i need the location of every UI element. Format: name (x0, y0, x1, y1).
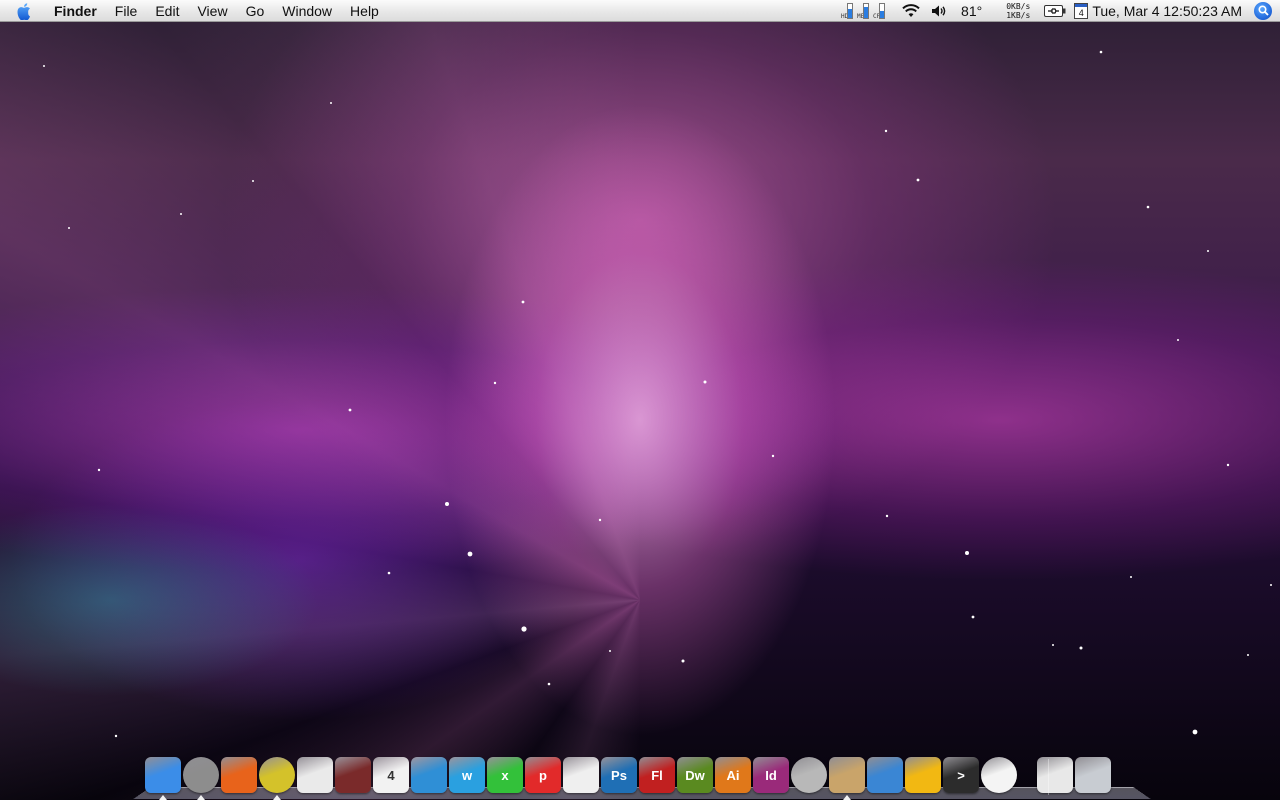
dock-separator (1048, 759, 1049, 795)
calendar-status-icon[interactable]: 4 (1074, 0, 1089, 22)
hd-meter-label: HD (841, 12, 849, 20)
menu-clock[interactable]: Tue, Mar 4 12:50:23 AM (1092, 0, 1242, 22)
excel-icon[interactable]: x (487, 757, 523, 793)
net-down-rate: 0KB/s (1006, 1, 1031, 11)
menu-view[interactable]: View (188, 0, 236, 22)
illustrator-label: Ai (726, 767, 740, 783)
dock: 4 w x p Ps Fl Dw Ai Id > (133, 751, 1151, 800)
menu-window[interactable]: Window (273, 0, 341, 22)
dreamweaver-label: Dw (685, 767, 705, 783)
mem-meter: MEM (857, 2, 870, 19)
documents-stack-icon[interactable] (1037, 757, 1073, 793)
mem-meter-bar (863, 2, 870, 19)
menu-edit[interactable]: Edit (146, 0, 188, 22)
app-menu-finder[interactable]: Finder (52, 0, 106, 22)
photoshop-icon[interactable]: Ps (601, 757, 637, 793)
cpu-meter-label: CPU (873, 13, 884, 19)
wifi-icon[interactable] (901, 0, 921, 22)
firefox-icon[interactable] (221, 757, 257, 793)
volume-icon[interactable] (931, 0, 947, 22)
terminal-icon[interactable]: > (943, 757, 979, 793)
cpu-meter: CPU (873, 2, 886, 19)
indesign-icon[interactable]: Id (753, 757, 789, 793)
spotlight-search-icon[interactable] (1254, 1, 1272, 20)
word-label: w (461, 767, 473, 783)
menu-help[interactable]: Help (341, 0, 388, 22)
calendar-day: 4 (1074, 2, 1089, 19)
wallpaper-stars (43, 50, 1272, 738)
status-menus: HD MEM CPU (831, 0, 1280, 22)
trash-icon[interactable] (1075, 757, 1111, 793)
running-indicator (843, 795, 851, 800)
dvd-player-icon[interactable] (791, 757, 827, 793)
remote-icon[interactable] (297, 757, 333, 793)
running-indicator (273, 795, 281, 800)
network-utility-icon[interactable] (411, 757, 447, 793)
loop-app-icon[interactable] (905, 757, 941, 793)
address-book-icon[interactable] (335, 757, 371, 793)
network-speed[interactable]: 0KB/s 1KB/s (1006, 0, 1030, 22)
itunes-cd-icon[interactable] (259, 757, 295, 793)
battery-plug-icon[interactable] (1044, 0, 1066, 22)
indesign-label: Id (765, 767, 777, 783)
running-indicator (159, 795, 167, 800)
word-icon[interactable]: w (449, 757, 485, 793)
textedit-icon[interactable] (563, 757, 599, 793)
terminal-label: > (957, 767, 965, 783)
menu-go[interactable]: Go (237, 0, 274, 22)
dock-icons: 4 w x p Ps Fl Dw Ai Id > (142, 751, 1142, 800)
apple-logo-icon[interactable] (14, 0, 36, 22)
flash-label: Fl (651, 767, 663, 783)
finder-icon[interactable] (145, 757, 181, 793)
flash-icon[interactable]: Fl (639, 757, 675, 793)
running-indicator (197, 795, 205, 800)
ical-label: 4 (387, 767, 395, 783)
safari-compass-icon[interactable] (183, 757, 219, 793)
cpu-meter-bar (879, 2, 886, 19)
powerpoint-label: p (539, 767, 547, 783)
ipod-icon[interactable] (981, 757, 1017, 793)
dreamweaver-icon[interactable]: Dw (677, 757, 713, 793)
menu-bar: Finder File Edit View Go Window Help HD … (0, 0, 1280, 22)
ical-icon[interactable]: 4 (373, 757, 409, 793)
powerpoint-icon[interactable]: p (525, 757, 561, 793)
hd-meter-bar (847, 2, 854, 19)
illustrator-icon[interactable]: Ai (715, 757, 751, 793)
xcode-icon[interactable] (867, 757, 903, 793)
net-up-rate: 1KB/s (1006, 10, 1031, 20)
excel-label: x (501, 767, 509, 783)
hd-meter: HD (841, 2, 854, 20)
menu-file[interactable]: File (106, 0, 147, 22)
system-meters[interactable]: HD MEM CPU (841, 0, 886, 22)
installer-icon[interactable] (829, 757, 865, 793)
mem-meter-label: MEM (857, 13, 868, 19)
photoshop-label: Ps (611, 767, 627, 783)
temperature-readout[interactable]: 81° (961, 0, 982, 22)
